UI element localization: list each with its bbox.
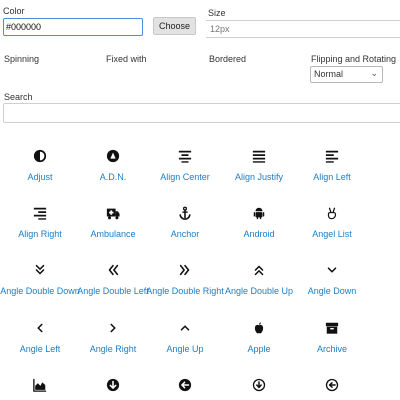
icon-card[interactable] bbox=[73, 375, 153, 400]
icon-label: Angel List bbox=[312, 229, 352, 239]
angle-down-icon bbox=[322, 260, 342, 280]
icon-card[interactable]: Angle Right bbox=[73, 318, 153, 355]
apple-icon bbox=[249, 318, 269, 338]
spinning-option[interactable]: Spinning bbox=[4, 54, 39, 64]
icon-label: Adjust bbox=[27, 172, 53, 182]
android-icon bbox=[249, 203, 269, 223]
icon-card[interactable] bbox=[219, 375, 299, 400]
icon-label: A.D.N. bbox=[99, 172, 127, 182]
icon-card[interactable]: Angle Down bbox=[292, 260, 372, 297]
icon-label: Anchor bbox=[170, 229, 200, 239]
icon-card[interactable]: Archive bbox=[292, 318, 372, 355]
bordered-option[interactable]: Bordered bbox=[209, 54, 246, 64]
area-chart-icon bbox=[30, 375, 50, 395]
icon-label: Align Justify bbox=[234, 172, 284, 182]
icon-card[interactable]: Angle Double Down bbox=[0, 260, 80, 297]
angle-double-right-icon bbox=[175, 260, 195, 280]
icon-card[interactable]: Android bbox=[219, 203, 299, 240]
icon-label: Android bbox=[243, 229, 275, 239]
fixed-width-option[interactable]: Fixed with bbox=[106, 54, 147, 64]
icon-label: Angle Down bbox=[307, 286, 357, 296]
icon-card[interactable]: Angle Double Up bbox=[219, 260, 299, 297]
adn-icon bbox=[103, 146, 123, 166]
icon-label: Angle Double Left bbox=[77, 286, 149, 296]
angellist-icon bbox=[322, 203, 342, 223]
angle-up-icon bbox=[175, 318, 195, 338]
angle-double-left-icon bbox=[103, 260, 123, 280]
icon-card[interactable]: Angle Double Left bbox=[73, 260, 153, 297]
flip-rotate-label: Flipping and Rotating bbox=[311, 54, 397, 64]
search-input[interactable] bbox=[3, 103, 400, 123]
icon-card[interactable]: Angle Left bbox=[0, 318, 80, 355]
icon-label: Align Right bbox=[18, 229, 62, 239]
flip-rotate-select[interactable]: Normal ⌄ bbox=[310, 66, 383, 83]
icon-label: Angle Double Up bbox=[224, 286, 294, 296]
ambulance-icon bbox=[103, 203, 123, 223]
choose-button[interactable]: Choose bbox=[153, 17, 196, 35]
icon-label: Align Left bbox=[313, 172, 351, 182]
icon-card[interactable]: A.D.N. bbox=[73, 146, 153, 183]
icon-card[interactable]: Angel List bbox=[292, 203, 372, 240]
icon-card[interactable]: Align Left bbox=[292, 146, 372, 183]
icon-label: Angle Double Right bbox=[146, 286, 224, 296]
arrow-circle-o-down-icon bbox=[249, 375, 269, 395]
icon-card[interactable] bbox=[292, 375, 372, 400]
search-label: Search bbox=[4, 92, 33, 102]
angle-double-down-icon bbox=[30, 260, 50, 280]
icon-label: Apple bbox=[247, 344, 271, 354]
size-label: Size bbox=[208, 8, 226, 18]
align-left-icon bbox=[322, 146, 342, 166]
icon-label: Angle Left bbox=[19, 344, 61, 354]
icon-label: Angle Up bbox=[166, 344, 204, 354]
color-label: Color bbox=[3, 6, 25, 16]
icon-label: Angle Right bbox=[89, 344, 137, 354]
icon-card[interactable]: Angle Double Right bbox=[145, 260, 225, 297]
icon-label: Archive bbox=[316, 344, 347, 354]
icon-card[interactable] bbox=[145, 375, 225, 400]
icon-card[interactable]: Ambulance bbox=[73, 203, 153, 240]
adjust-icon bbox=[30, 146, 50, 166]
icon-card[interactable]: Align Center bbox=[145, 146, 225, 183]
arrow-circle-left-icon bbox=[175, 375, 195, 395]
chevron-down-icon: ⌄ bbox=[370, 68, 378, 78]
icon-label: Ambulance bbox=[90, 229, 136, 239]
icon-card[interactable]: Anchor bbox=[145, 203, 225, 240]
align-center-icon bbox=[175, 146, 195, 166]
angle-left-icon bbox=[30, 318, 50, 338]
arrow-circle-down-icon bbox=[103, 375, 123, 395]
icon-card[interactable]: Align Right bbox=[0, 203, 80, 240]
flip-rotate-value: Normal bbox=[314, 69, 344, 79]
anchor-icon bbox=[175, 203, 195, 223]
angle-double-up-icon bbox=[249, 260, 269, 280]
icon-card[interactable]: Adjust bbox=[0, 146, 80, 183]
color-input[interactable] bbox=[3, 18, 143, 36]
icon-label: Angle Double Down bbox=[0, 286, 80, 296]
align-right-icon bbox=[30, 203, 50, 223]
arrow-circle-o-left-icon bbox=[322, 375, 342, 395]
angle-right-icon bbox=[103, 318, 123, 338]
icon-card[interactable]: Align Justify bbox=[219, 146, 299, 183]
archive-icon bbox=[322, 318, 342, 338]
icon-label: Align Center bbox=[160, 172, 210, 182]
size-input[interactable] bbox=[206, 20, 400, 38]
icon-card[interactable]: Apple bbox=[219, 318, 299, 355]
icon-card[interactable]: Angle Up bbox=[145, 318, 225, 355]
align-justify-icon bbox=[249, 146, 269, 166]
icon-card[interactable] bbox=[0, 375, 80, 400]
